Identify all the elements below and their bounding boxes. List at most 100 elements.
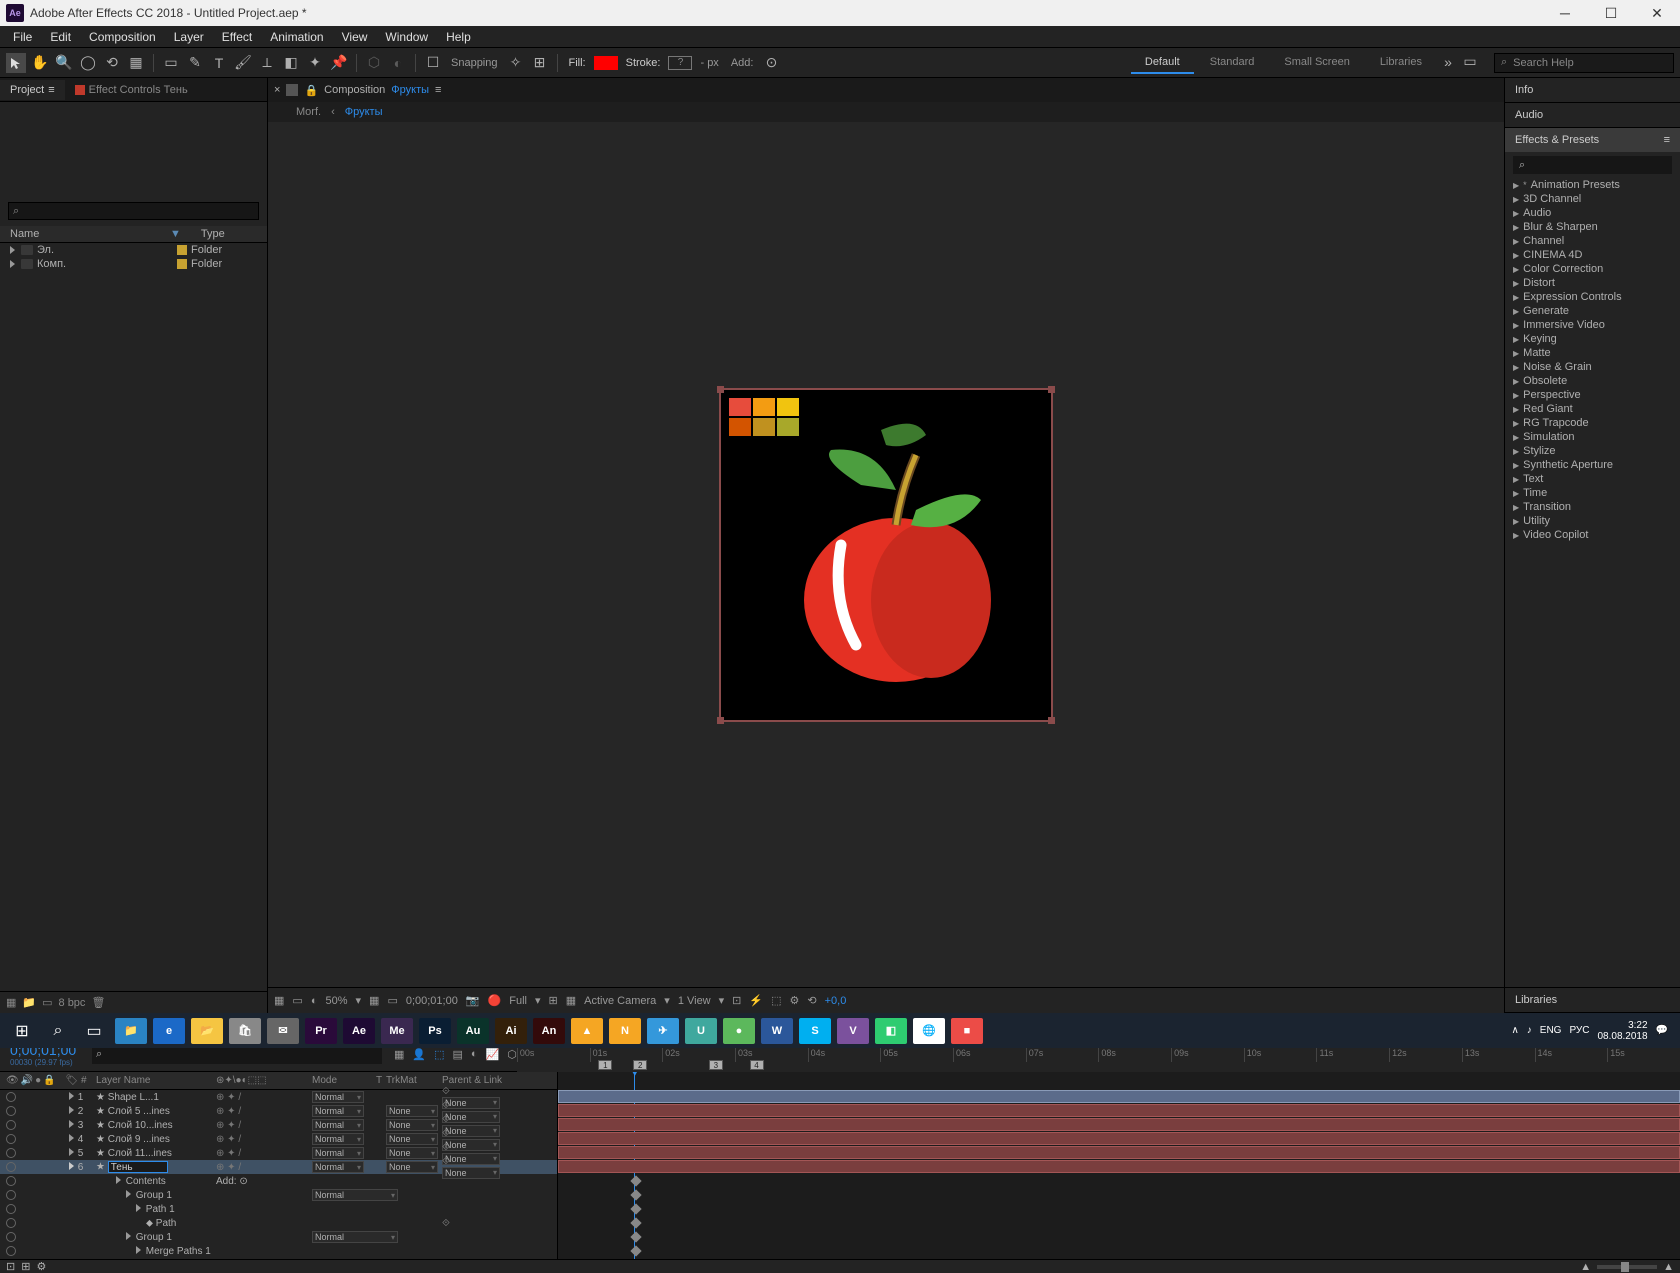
orbit-tool-icon[interactable]: ◯: [78, 53, 98, 73]
layer-name-input[interactable]: [108, 1161, 168, 1173]
views-value[interactable]: 1 View: [678, 995, 711, 1007]
panel-libraries[interactable]: Libraries: [1505, 988, 1680, 1012]
fx-search-input[interactable]: ⌕: [1513, 156, 1672, 174]
fx-category[interactable]: ▶Text: [1513, 472, 1672, 486]
pixel-icon[interactable]: ⊡: [732, 994, 741, 1007]
composition-viewer[interactable]: [268, 122, 1504, 987]
taskbar-app[interactable]: ■: [951, 1018, 983, 1044]
taskbar-app[interactable]: 📁: [115, 1018, 147, 1044]
marker[interactable]: 2: [633, 1060, 647, 1070]
project-row[interactable]: Эл. Folder: [0, 243, 267, 257]
layer-track[interactable]: [558, 1146, 1680, 1159]
guides-icon[interactable]: ▦: [566, 994, 576, 1007]
keyframe-diamond[interactable]: [630, 1189, 641, 1200]
keyframe-diamond[interactable]: [630, 1203, 641, 1214]
render-icon[interactable]: ⚙: [790, 994, 800, 1007]
taskbar-app[interactable]: V: [837, 1018, 869, 1044]
workspace-small[interactable]: Small Screen: [1270, 52, 1363, 74]
brush-tool-icon[interactable]: 🖌: [233, 53, 253, 73]
3d-icon[interactable]: ⬚: [771, 994, 781, 1007]
menu-edit[interactable]: Edit: [41, 27, 80, 47]
taskbar-app[interactable]: N: [609, 1018, 641, 1044]
snap-grid-icon[interactable]: ⊞: [530, 53, 550, 73]
mask-icon[interactable]: ◐: [311, 995, 318, 1007]
selection-tool-icon[interactable]: [6, 53, 26, 73]
stroke-color-swatch[interactable]: ?: [668, 56, 692, 70]
panel-effects[interactable]: Effects & Presets≡: [1505, 128, 1680, 152]
tray-sound-icon[interactable]: ♪: [1527, 1025, 1532, 1036]
taskbar-app[interactable]: ✉: [267, 1018, 299, 1044]
fx-category[interactable]: ▶RG Trapcode: [1513, 416, 1672, 430]
puppet-tool-icon[interactable]: 📌: [329, 53, 349, 73]
motion-blur-icon[interactable]: ◐: [471, 1048, 478, 1061]
fx-category[interactable]: ▶Synthetic Aperture: [1513, 458, 1672, 472]
frame-blend-icon[interactable]: ▤: [453, 1048, 463, 1061]
channel-icon[interactable]: 🔴: [488, 994, 502, 1007]
keyframe-diamond[interactable]: [630, 1175, 641, 1186]
panel-audio[interactable]: Audio: [1505, 103, 1680, 127]
fx-category[interactable]: ▶Utility: [1513, 514, 1672, 528]
rotate-tool-icon[interactable]: ⟲: [102, 53, 122, 73]
layer-track[interactable]: [558, 1160, 1680, 1173]
tray-expand-icon[interactable]: ∧: [1511, 1025, 1518, 1036]
camera-value[interactable]: Active Camera: [584, 995, 656, 1007]
add-menu-icon[interactable]: ⊙: [761, 53, 781, 73]
taskbar-app[interactable]: ✈: [647, 1018, 679, 1044]
menu-window[interactable]: Window: [376, 27, 437, 47]
fx-category[interactable]: ▶Noise & Grain: [1513, 360, 1672, 374]
taskbar-app[interactable]: S: [799, 1018, 831, 1044]
taskbar-app[interactable]: Ae: [343, 1018, 375, 1044]
tab-project[interactable]: Project ≡: [0, 80, 65, 100]
shy-icon[interactable]: 👤: [412, 1048, 426, 1061]
exposure-reset-icon[interactable]: ⟲: [807, 994, 816, 1007]
search-help-input[interactable]: ⌕ Search Help: [1494, 53, 1674, 73]
taskbar-app[interactable]: ▭: [76, 1016, 112, 1046]
fx-category[interactable]: ▶Simulation: [1513, 430, 1672, 444]
keyframe-diamond[interactable]: [630, 1231, 641, 1242]
toggle-modes-icon[interactable]: ⊞: [21, 1260, 30, 1273]
rect-tool-icon[interactable]: ▭: [161, 53, 181, 73]
region-icon[interactable]: ▭: [387, 994, 397, 1007]
taskbar-app[interactable]: 🌐: [913, 1018, 945, 1044]
fx-category[interactable]: ▶Stylize: [1513, 444, 1672, 458]
workspace-reset-icon[interactable]: ▭: [1460, 52, 1480, 72]
property-row[interactable]: Group 1Normal: [0, 1188, 557, 1202]
taskbar-app[interactable]: ◧: [875, 1018, 907, 1044]
fx-category[interactable]: ▶Obsolete: [1513, 374, 1672, 388]
clone-tool-icon[interactable]: ⟂: [257, 53, 277, 73]
taskbar-app[interactable]: ●: [723, 1018, 755, 1044]
menu-file[interactable]: File: [4, 27, 41, 47]
taskbar-app[interactable]: Me: [381, 1018, 413, 1044]
fx-category[interactable]: ▶* Animation Presets: [1513, 178, 1672, 192]
zoom-in-icon[interactable]: ▲: [1663, 1261, 1674, 1273]
system-clock[interactable]: 3:22 08.08.2018: [1597, 1020, 1647, 1042]
zoom-out-icon[interactable]: ▲: [1580, 1261, 1591, 1273]
fx-category[interactable]: ▶Video Copilot: [1513, 528, 1672, 542]
fx-category[interactable]: ▶Audio: [1513, 206, 1672, 220]
snap-checkbox-icon[interactable]: ☐: [423, 53, 443, 73]
snap-option-icon[interactable]: ✧: [506, 53, 526, 73]
taskbar-app[interactable]: W: [761, 1018, 793, 1044]
taskbar-app[interactable]: 📂: [191, 1018, 223, 1044]
footer-time[interactable]: 0;00;01;00: [406, 995, 458, 1007]
tab-effect-controls[interactable]: Effect Controls Тень: [65, 80, 198, 100]
fx-category[interactable]: ▶Distort: [1513, 276, 1672, 290]
draft3d-icon[interactable]: ⬚: [434, 1048, 444, 1061]
menu-layer[interactable]: Layer: [165, 27, 213, 47]
text-tool-icon[interactable]: T: [209, 53, 229, 73]
col-type[interactable]: Type: [201, 228, 257, 240]
crumb-back-icon[interactable]: ‹: [331, 106, 335, 118]
zoom-slider[interactable]: [1597, 1265, 1657, 1269]
crumb-item[interactable]: Morf.: [296, 106, 321, 118]
new-comp-icon[interactable]: ▭: [42, 996, 52, 1009]
keyframe-diamond[interactable]: [630, 1217, 641, 1228]
col-name[interactable]: Name: [10, 228, 170, 240]
interpret-icon[interactable]: ▦: [6, 996, 16, 1009]
timeline-search-input[interactable]: ⌕: [92, 1046, 382, 1064]
fx-category[interactable]: ▶Immersive Video: [1513, 318, 1672, 332]
menu-help[interactable]: Help: [437, 27, 480, 47]
exposure-value[interactable]: +0,0: [825, 995, 847, 1007]
taskbar-app[interactable]: ▲: [571, 1018, 603, 1044]
canvas[interactable]: [721, 390, 1051, 720]
zoom-value[interactable]: 50%: [325, 995, 347, 1007]
